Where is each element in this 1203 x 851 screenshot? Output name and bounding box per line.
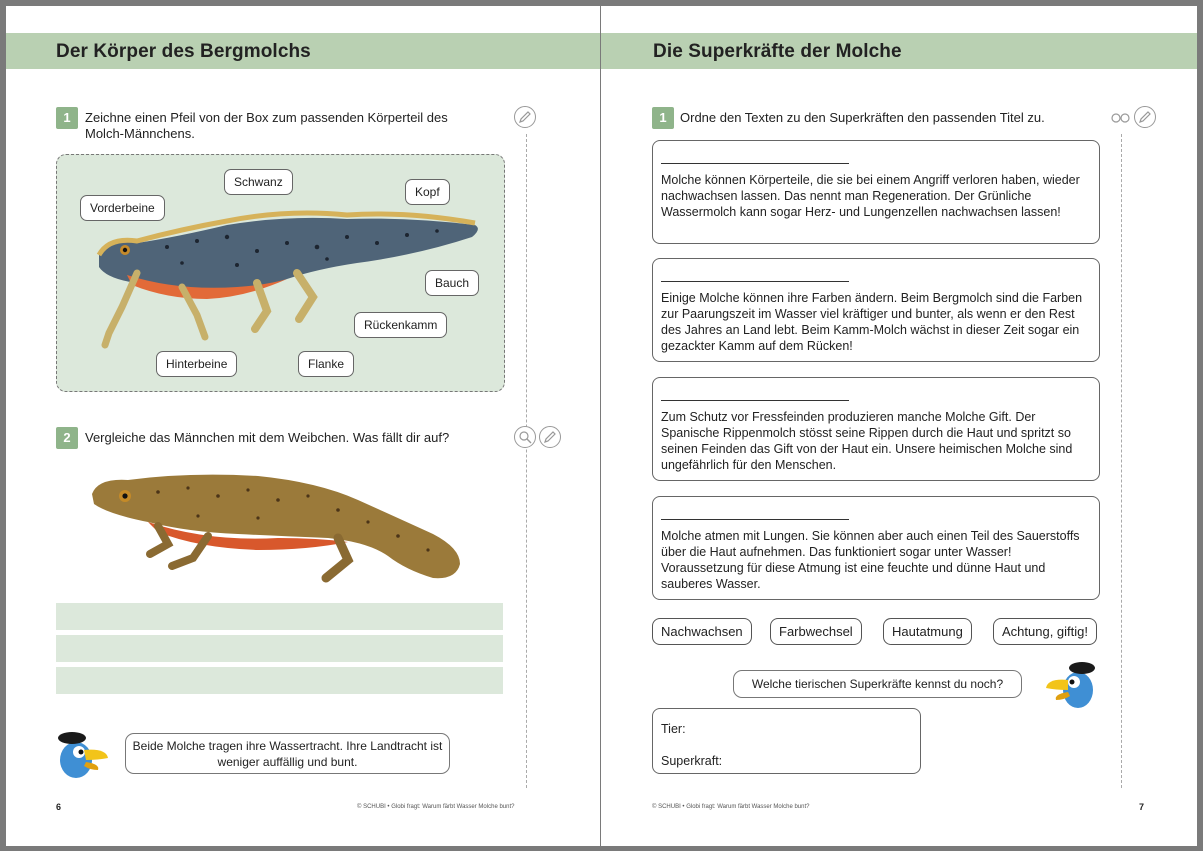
label-flanke: Flanke <box>298 351 355 377</box>
footer-text: © SCHUBI • Globi fragt: Warum färbt Wass… <box>357 804 515 810</box>
title-answer-line[interactable] <box>661 519 849 520</box>
globi-mascot-icon <box>1046 662 1095 708</box>
task-number: 2 <box>56 427 78 449</box>
label-schwanz: Schwanz <box>224 169 293 195</box>
task-text: Ordne den Texten zu den Superkräften den… <box>680 110 1045 125</box>
male-newt-image <box>96 210 478 349</box>
pencil-icon <box>539 426 561 448</box>
option-nachwachsen[interactable]: Nachwachsen <box>652 618 752 645</box>
text-box: Molche können Körperteile, die sie bei e… <box>652 140 1100 244</box>
speech-bubble: Welche tierischen Superkräfte kennst du … <box>733 670 1022 698</box>
page-title: Die Superkräfte der Molche <box>653 41 902 62</box>
glasses-icon <box>1109 106 1131 128</box>
pencil-icon <box>1134 106 1156 128</box>
globi-mascot-icon <box>58 732 108 778</box>
task-text: Zeichne einen Pfeil von der Box zum pass… <box>85 110 448 141</box>
text-box-content: Molche können Körperteile, die sie bei e… <box>661 173 1080 219</box>
answer-tier-label: Tier: <box>661 722 686 736</box>
label-vorderbeine: Vorderbeine <box>80 195 165 221</box>
title-answer-line[interactable] <box>661 281 849 282</box>
writing-line[interactable] <box>56 667 503 694</box>
task-number: 1 <box>56 107 78 129</box>
pencil-icon <box>514 106 536 128</box>
label-rueckenkamm: Rückenkamm <box>354 312 448 338</box>
option-hautatmung[interactable]: Hautatmung <box>883 618 972 645</box>
option-achtung-giftig[interactable]: Achtung, giftig! <box>993 618 1097 645</box>
writing-line[interactable] <box>56 603 503 630</box>
page-number: 7 <box>1139 802 1145 812</box>
figure-box: Schwanz Kopf Vorderbeine Bauch Rückenkam… <box>56 154 505 392</box>
label-hinterbeine: Hinterbeine <box>156 351 238 377</box>
text-box-content: Zum Schutz vor Fressfeinden produzieren … <box>661 410 1073 472</box>
text-box: Einige Molche können ihre Farben ändern.… <box>652 258 1100 362</box>
magnifier-icon <box>514 426 536 448</box>
title-band: Die Superkräfte der Molche <box>601 33 1197 69</box>
text-box-content: Einige Molche können ihre Farben ändern.… <box>661 291 1083 353</box>
answer-superkraft-label: Superkraft: <box>661 754 723 768</box>
label-bauch: Bauch <box>425 270 480 296</box>
margin-divider <box>526 134 527 788</box>
answer-box[interactable]: Tier: Superkraft: <box>652 708 921 774</box>
margin-divider <box>1121 134 1122 788</box>
option-farbwechsel[interactable]: Farbwechsel <box>770 618 862 645</box>
label-kopf: Kopf <box>405 179 450 205</box>
task-text: Vergleiche das Männchen mit dem Weibchen… <box>85 430 450 445</box>
text-box: Molche atmen mit Lungen. Sie können aber… <box>652 496 1100 600</box>
female-newt-image <box>92 474 460 583</box>
writing-line[interactable] <box>56 635 503 662</box>
text-box-content: Molche atmen mit Lungen. Sie können aber… <box>661 529 1080 591</box>
task-number: 1 <box>652 107 674 129</box>
left-page: Der Körper des Bergmolchs 1 Zeichne eine… <box>6 6 600 846</box>
footer-text: © SCHUBI • Globi fragt: Warum färbt Wass… <box>652 804 810 810</box>
page-number: 6 <box>56 802 62 812</box>
title-answer-line[interactable] <box>661 163 849 164</box>
page-title: Der Körper des Bergmolchs <box>56 41 311 62</box>
text-box: Zum Schutz vor Fressfeinden produzieren … <box>652 377 1100 481</box>
title-band: Der Körper des Bergmolchs <box>6 33 600 69</box>
title-answer-line[interactable] <box>661 400 849 401</box>
speech-bubble: Beide Molche tragen ihre Wassertracht. I… <box>125 733 450 774</box>
right-page: Die Superkräfte der Molche 1 Ordne den T… <box>601 6 1197 846</box>
